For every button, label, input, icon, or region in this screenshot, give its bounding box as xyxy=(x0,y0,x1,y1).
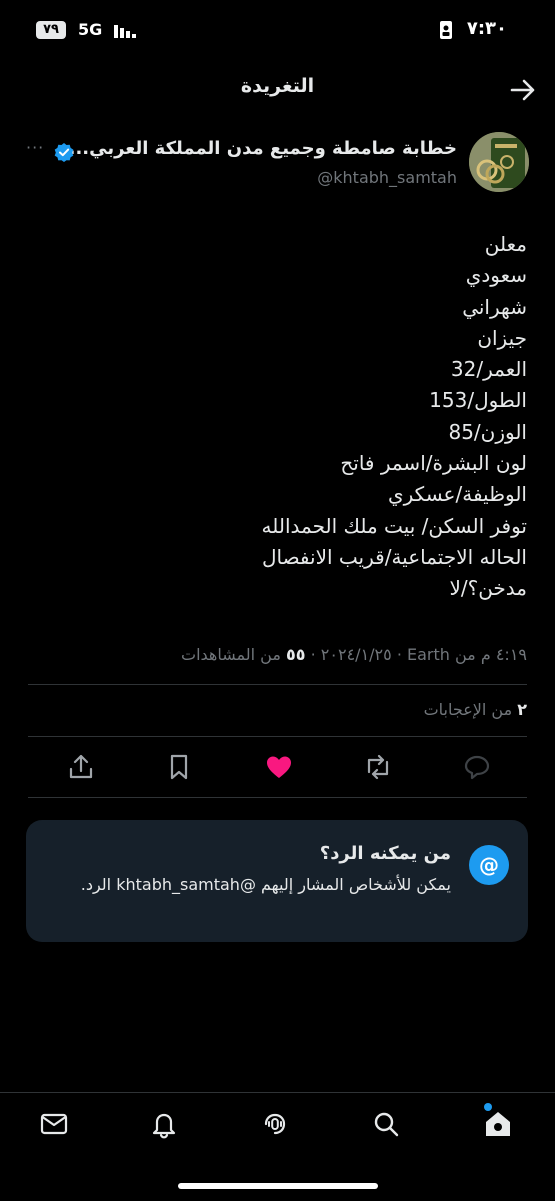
verified-badge-icon xyxy=(54,143,74,162)
tweet-line: لون البشرة/اسمر فاتح xyxy=(340,451,527,476)
like-heart-icon[interactable] xyxy=(264,752,294,782)
notification-dot xyxy=(484,1103,492,1111)
notifications-bell-icon[interactable] xyxy=(148,1108,180,1140)
top-bar: التغريدة xyxy=(0,60,555,118)
signal-icon xyxy=(114,25,136,38)
mention-icon: @ xyxy=(469,845,509,885)
tweet-line: جيزان xyxy=(477,325,527,350)
clock: ٧:٣٠ xyxy=(466,18,507,39)
tweet-line: مدخن؟/لا xyxy=(449,576,527,601)
tweet-line: معلن xyxy=(484,232,527,256)
author-name[interactable]: خطابة صامطة وجميع مدن المملكة العربي... xyxy=(69,138,457,159)
messages-icon[interactable] xyxy=(38,1108,70,1140)
divider xyxy=(28,736,527,737)
home-icon[interactable] xyxy=(482,1108,514,1140)
views-label: من المشاهدات xyxy=(181,645,281,664)
bookmark-icon[interactable] xyxy=(164,752,194,782)
author-handle[interactable]: @khtabh_samtah xyxy=(317,168,457,187)
passport-rings-icon xyxy=(469,132,529,192)
avatar[interactable] xyxy=(469,132,529,192)
spaces-microphone-icon[interactable] xyxy=(259,1108,291,1140)
tweet-line: الحاله الاجتماعية/قريب الانفصال xyxy=(261,544,527,569)
views-count: ٥٥ xyxy=(286,645,306,664)
retweet-icon[interactable] xyxy=(363,752,393,782)
tweet-meta: ٤:١٩ م من Earth · ٢٠٢٤/١/٢٥ · ٥٥ من المش… xyxy=(181,645,527,664)
share-icon[interactable] xyxy=(66,752,96,782)
likes-summary[interactable]: ٢ من الإعجابات xyxy=(424,700,527,719)
divider xyxy=(28,684,527,685)
tweet-line: العمر/32 xyxy=(450,357,527,382)
tweet-line: الوظيفة/عسكري xyxy=(387,482,527,507)
status-bar: ٧٩ 5G ٧:٣٠ xyxy=(0,0,555,60)
sim-icon xyxy=(440,21,452,39)
card-description: يمكن للأشخاص المشار إليهم @khtabh_samtah… xyxy=(80,875,451,894)
tweet-line: سعودي xyxy=(465,263,527,288)
card-title: من يمكنه الرد؟ xyxy=(319,843,451,864)
likes-label: من الإعجابات xyxy=(423,700,513,719)
tweet-line: الطول/153 xyxy=(429,388,527,413)
divider xyxy=(28,797,527,798)
reply-icon[interactable] xyxy=(462,752,492,782)
page-title: التغريدة xyxy=(240,75,315,97)
back-arrow-icon[interactable] xyxy=(509,76,537,104)
search-icon[interactable] xyxy=(370,1108,402,1140)
likes-count: ٢ xyxy=(517,700,527,719)
battery-indicator: ٧٩ xyxy=(36,21,66,39)
network-label: 5G xyxy=(78,20,103,39)
tweet-line: توفر السكن/ بيت ملك الحمدالله xyxy=(261,513,527,538)
tweet-line: شهراني xyxy=(462,294,527,319)
home-indicator xyxy=(178,1183,378,1189)
more-options-icon[interactable]: ··· xyxy=(26,138,44,157)
tweet-line: الوزن/85 xyxy=(448,419,527,444)
tweet-text: معلن سعودي شهراني جيزان العمر/32 الطول/1… xyxy=(27,229,527,605)
timestamp: ٤:١٩ م من Earth · ٢٠٢٤/١/٢٥ xyxy=(320,645,527,664)
